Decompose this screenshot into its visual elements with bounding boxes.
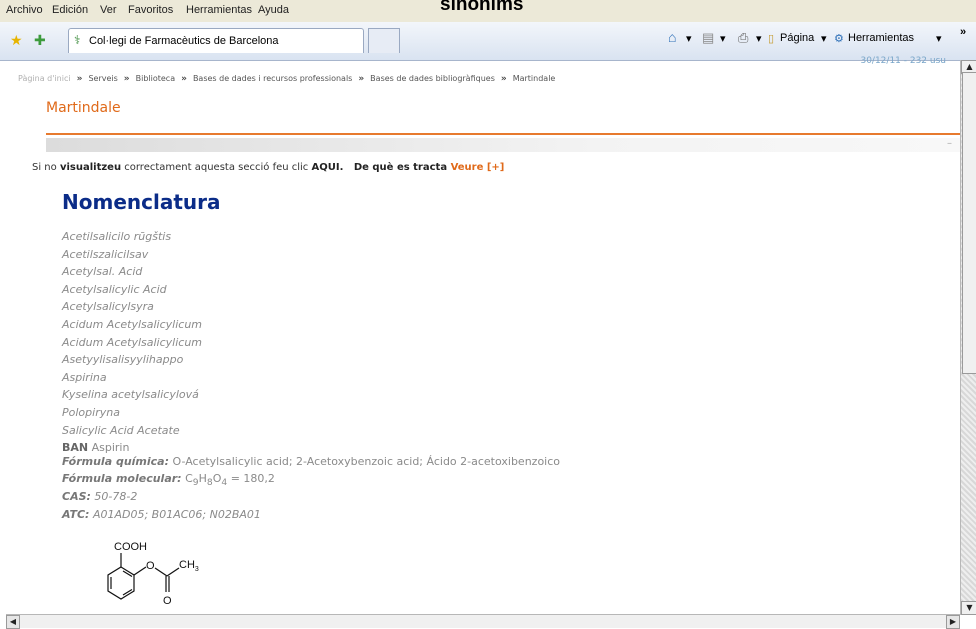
list-item: Acetylsalicylsyra	[62, 300, 154, 314]
menu-herramientas[interactable]: Herramientas	[186, 4, 252, 16]
print-icon[interactable]: ⎙	[738, 30, 748, 46]
cooh-label: COOH	[114, 541, 147, 553]
section-title: Nomenclatura	[62, 190, 221, 214]
breadcrumb-bases-bibliografiques[interactable]: Bases de dades bibliogràfiques	[370, 74, 495, 83]
atc-value: A01AD05; B01AC06; N02BA01	[92, 508, 261, 521]
pagina-dropdown-icon[interactable]: ▾	[821, 32, 827, 45]
notice-pre: Si no	[32, 162, 60, 173]
site-favicon-icon: ⚕	[74, 33, 81, 47]
breadcrumb-biblioteca[interactable]: Biblioteca	[136, 74, 176, 83]
menu-ver[interactable]: Ver	[100, 4, 117, 16]
notice-mid: correctament aquesta secció feu clic	[121, 162, 312, 173]
list-item: Polopiryna	[62, 405, 120, 419]
tab-colegi-farmaceutics[interactable]: ⚕ Col·legi de Farmacèutics de Barcelona	[68, 28, 364, 53]
list-item: Acidum Acetylsalicylicum	[62, 317, 203, 331]
formula-quimica-value: O-Acetylsalicylic acid; 2-Acetoxybenzoic…	[172, 455, 561, 468]
veure-more-link[interactable]: Veure [+]	[451, 162, 505, 173]
breadcrumb-separator: »	[181, 74, 187, 84]
section-band: –	[46, 138, 960, 152]
menu-edicion[interactable]: Edición	[52, 4, 88, 16]
print-dropdown-icon[interactable]: ▾	[756, 32, 762, 45]
list-item: Acetilszalicilsav	[62, 247, 149, 261]
favorites-star-icon[interactable]: ★	[10, 32, 23, 49]
add-favorites-icon[interactable]: ✚	[34, 32, 46, 49]
cas-value: 50-78-2	[94, 490, 138, 503]
breadcrumb-separator: »	[500, 74, 507, 84]
scroll-down-arrow-icon[interactable]: ▼	[961, 601, 976, 615]
list-item: Salicylic Acid Acetate	[62, 423, 180, 437]
aqui-link[interactable]: AQUI.	[312, 162, 344, 173]
breadcrumb: Pàgina d'inici » Serveis » Biblioteca » Bases …	[18, 74, 555, 84]
cas-label: CAS:	[62, 490, 91, 503]
display-notice: Si no visualitzeu correctament aquesta s…	[32, 162, 504, 173]
notice-bold: visualitzeu	[59, 162, 122, 173]
menu-ayuda[interactable]: Ayuda	[258, 4, 289, 16]
heading-divider	[46, 133, 960, 135]
vertical-scrollbar[interactable]: ▲ ▼	[960, 60, 976, 615]
pagina-menu[interactable]: Página	[780, 32, 814, 44]
scroll-thumb[interactable]	[962, 72, 976, 374]
menu-archivo[interactable]: Archivo	[6, 4, 43, 16]
molecule-structure-image: COOH O CH3 O	[107, 541, 199, 607]
toolbar-overflow-chevron[interactable]: »	[960, 26, 966, 38]
tools-gear-icon: ⚙	[834, 33, 844, 45]
collapse-dash-icon[interactable]: –	[947, 138, 952, 149]
list-item: Acetylsalicylic Acid	[62, 282, 167, 296]
formula-molecular-value: C9H8O4 = 180,2	[185, 472, 275, 489]
herramientas-menu[interactable]: Herramientas	[848, 32, 914, 44]
feeds-icon[interactable]: ▤	[702, 30, 714, 46]
browser-toolbar: ★ ✚ ⚕ Col·legi de Farmacèutics de Barcel…	[0, 22, 976, 61]
feeds-dropdown-icon[interactable]: ▾	[720, 32, 726, 45]
page-icon: ▯	[768, 33, 775, 45]
breadcrumb-separator: »	[76, 74, 83, 84]
notice-what-label: De què es tracta	[343, 162, 451, 173]
home-dropdown-icon[interactable]: ▾	[686, 32, 692, 45]
tab-title: Col·legi de Farmacèutics de Barcelona	[89, 35, 279, 47]
new-tab-button[interactable]	[368, 28, 400, 53]
list-item: Asetyylisalisyylihappo	[62, 353, 184, 367]
list-item: Acidum Acetylsalicylicum	[62, 335, 203, 349]
list-item: Aspirina	[62, 370, 107, 384]
breadcrumb-serveis[interactable]: Serveis	[88, 74, 117, 83]
ban-label: BAN	[62, 441, 89, 454]
breadcrumb-bases-dades[interactable]: Bases de dades i recursos professionals	[193, 74, 352, 83]
methyl-label: CH3	[179, 559, 199, 573]
menu-favoritos[interactable]: Favoritos	[128, 4, 173, 16]
herramientas-dropdown-icon[interactable]: ▾	[936, 32, 942, 45]
list-item: Acetilsalicilo rūgštis	[62, 230, 172, 243]
overlay-title: sinonims	[440, 0, 524, 15]
atc-label: ATC:	[62, 508, 90, 521]
breadcrumb-martindale: Martindale	[512, 74, 556, 83]
list-item: Acetylsal. Acid	[62, 265, 143, 279]
breadcrumb-separator: »	[123, 74, 130, 84]
ban-row: BAN Aspirin	[62, 441, 129, 454]
breadcrumb-separator: »	[358, 74, 365, 84]
ester-oxygen-label: O	[146, 560, 155, 572]
list-item: Kyselina acetylsalicylová	[62, 388, 199, 402]
horizontal-scrollbar[interactable]: ◀ ▶	[6, 614, 960, 629]
atc-row: ATC: A01AD05; B01AC06; N02BA01	[62, 508, 261, 521]
carbonyl-oxygen-label: O	[163, 595, 172, 607]
ban-value: Aspirin	[91, 441, 130, 454]
page-title: Martindale	[46, 100, 121, 116]
home-icon[interactable]: ⌂	[668, 29, 676, 45]
formula-molecular-label: Fórmula molecular:	[62, 472, 182, 485]
formula-quimica-row: Fórmula química: O-Acetylsalicylic acid;…	[62, 455, 560, 468]
synonym-list: Acetilsalicilo rūgštis Acetilszalicilsav…	[62, 228, 202, 439]
formula-quimica-label: Fórmula química:	[62, 455, 170, 468]
user-count-timestamp: 30/12/11 - 232 usu	[860, 56, 946, 66]
cas-row: CAS: 50-78-2	[62, 490, 137, 503]
formula-molecular-row: Fórmula molecular: C9H8O4 = 180,2	[62, 472, 275, 488]
breadcrumb-home[interactable]: Pàgina d'inici	[18, 74, 71, 83]
